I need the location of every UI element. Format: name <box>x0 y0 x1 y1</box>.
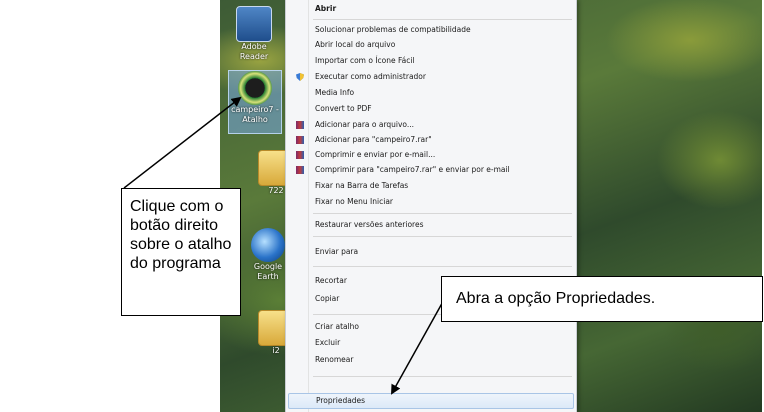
callout-right-text: Abra a opção Propriedades. <box>456 290 656 307</box>
arrow-to-shortcut <box>123 96 242 189</box>
arrow-to-propriedades <box>391 297 446 395</box>
callout-right: Abra a opção Propriedades. <box>441 276 763 322</box>
callout-left: Clique com o botão direito sobre o atalh… <box>121 188 241 316</box>
callout-left-text: Clique com o botão direito sobre o atalh… <box>130 198 232 272</box>
annotation-arrows <box>123 96 446 395</box>
